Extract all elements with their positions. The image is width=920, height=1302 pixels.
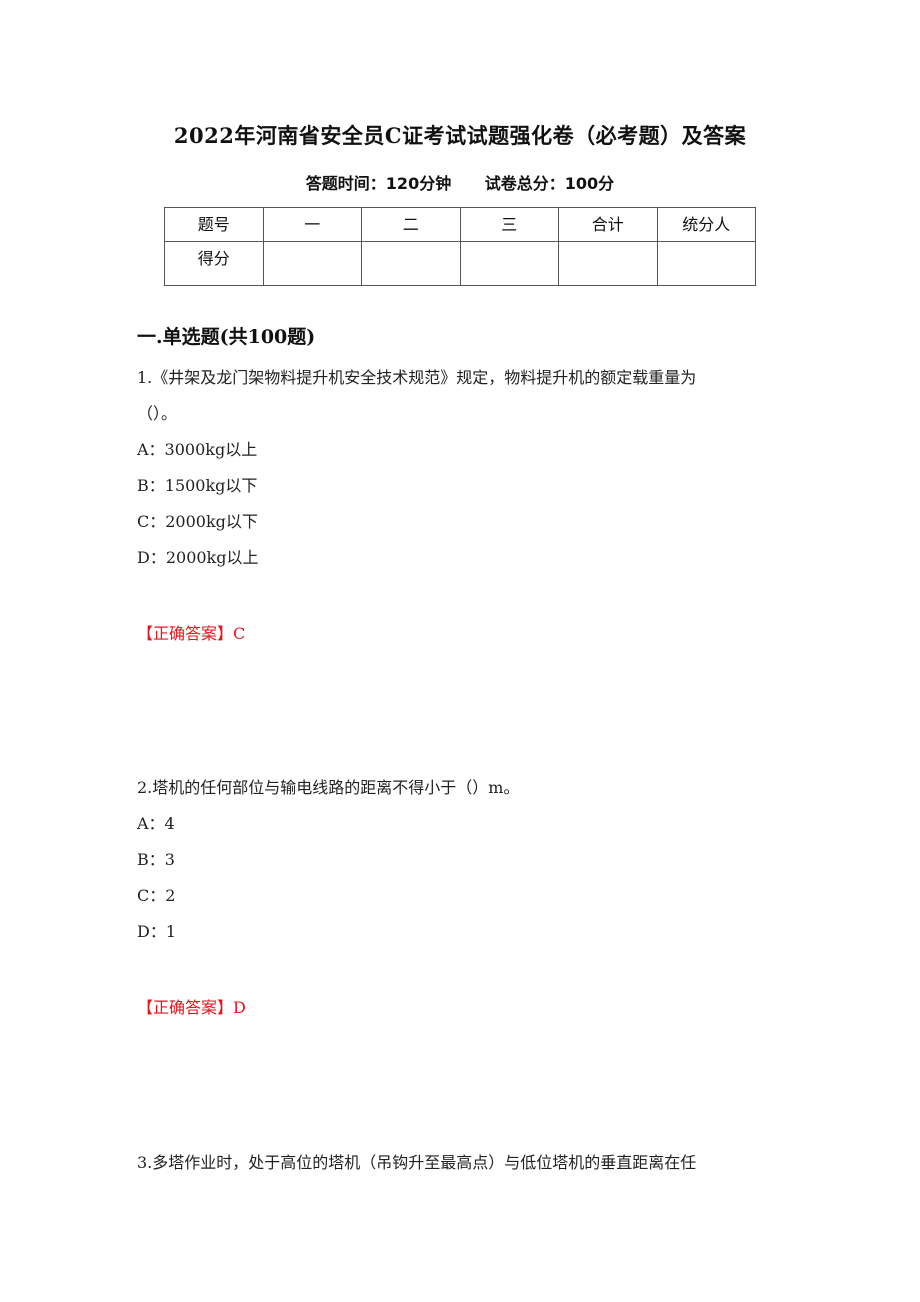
option-b: B：3 — [137, 850, 175, 869]
score-cell — [361, 241, 461, 286]
question-stem: 1.《井架及龙门架物料提升机安全技术规范》规定，物料提升机的额定载重量为 — [137, 368, 697, 387]
score-cell — [558, 241, 658, 286]
score-header-cell: 合计 — [558, 207, 658, 242]
score-header-cell: 三 — [459, 207, 559, 242]
score-table-score-row: 得分 — [164, 241, 756, 286]
score-cell — [262, 241, 362, 286]
option-c: C：2000kg以下 — [137, 512, 258, 531]
document-title: 2022年河南省安全员C证考试试题强化卷（必考题）及答案 — [173, 123, 747, 148]
document-subtitle: 答题时间：120分钟 试卷总分：100分 — [0, 170, 920, 194]
question-3: 3.多塔作业时，处于高位的塔机（吊钩升至最高点）与低位塔机的垂直距离在任 — [137, 1145, 797, 1181]
question-stem-continued: （）。 — [137, 404, 178, 423]
option-c: C：2 — [137, 886, 176, 905]
section-title: 一.单选题(共100题) — [137, 326, 316, 348]
option-d: D：2000kg以上 — [137, 548, 259, 567]
option-a: A：4 — [137, 814, 175, 833]
exam-total-score: 试卷总分：100分 — [484, 174, 615, 193]
question-1: 1.《井架及龙门架物料提升机安全技术规范》规定，物料提升机的额定载重量为 （）。… — [137, 360, 797, 576]
score-table: 题号 一 二 三 合计 统分人 得分 — [164, 207, 756, 286]
option-a: A：3000kg以上 — [137, 440, 258, 459]
score-header-cell: 二 — [361, 207, 461, 242]
score-cell — [656, 241, 756, 286]
score-header-cell: 统分人 — [656, 207, 756, 242]
question-stem: 2.塔机的任何部位与输电线路的距离不得小于（）m。 — [137, 778, 520, 797]
question-stem: 3.多塔作业时，处于高位的塔机（吊钩升至最高点）与低位塔机的垂直距离在任 — [137, 1153, 697, 1172]
option-d: D：1 — [137, 922, 177, 941]
correct-answer-2: 【正确答案】D — [137, 998, 246, 1017]
correct-answer-1: 【正确答案】C — [137, 624, 246, 643]
score-header-cell: 一 — [262, 207, 362, 242]
exam-time: 答题时间：120分钟 — [305, 174, 452, 193]
score-table-header-row: 题号 一 二 三 合计 统分人 — [164, 207, 756, 242]
question-2: 2.塔机的任何部位与输电线路的距离不得小于（）m。 A：4 B：3 C：2 D：… — [137, 770, 797, 950]
score-header-cell: 题号 — [164, 207, 264, 242]
score-row-label: 得分 — [164, 241, 264, 286]
option-b: B：1500kg以下 — [137, 476, 258, 495]
score-cell — [459, 241, 559, 286]
